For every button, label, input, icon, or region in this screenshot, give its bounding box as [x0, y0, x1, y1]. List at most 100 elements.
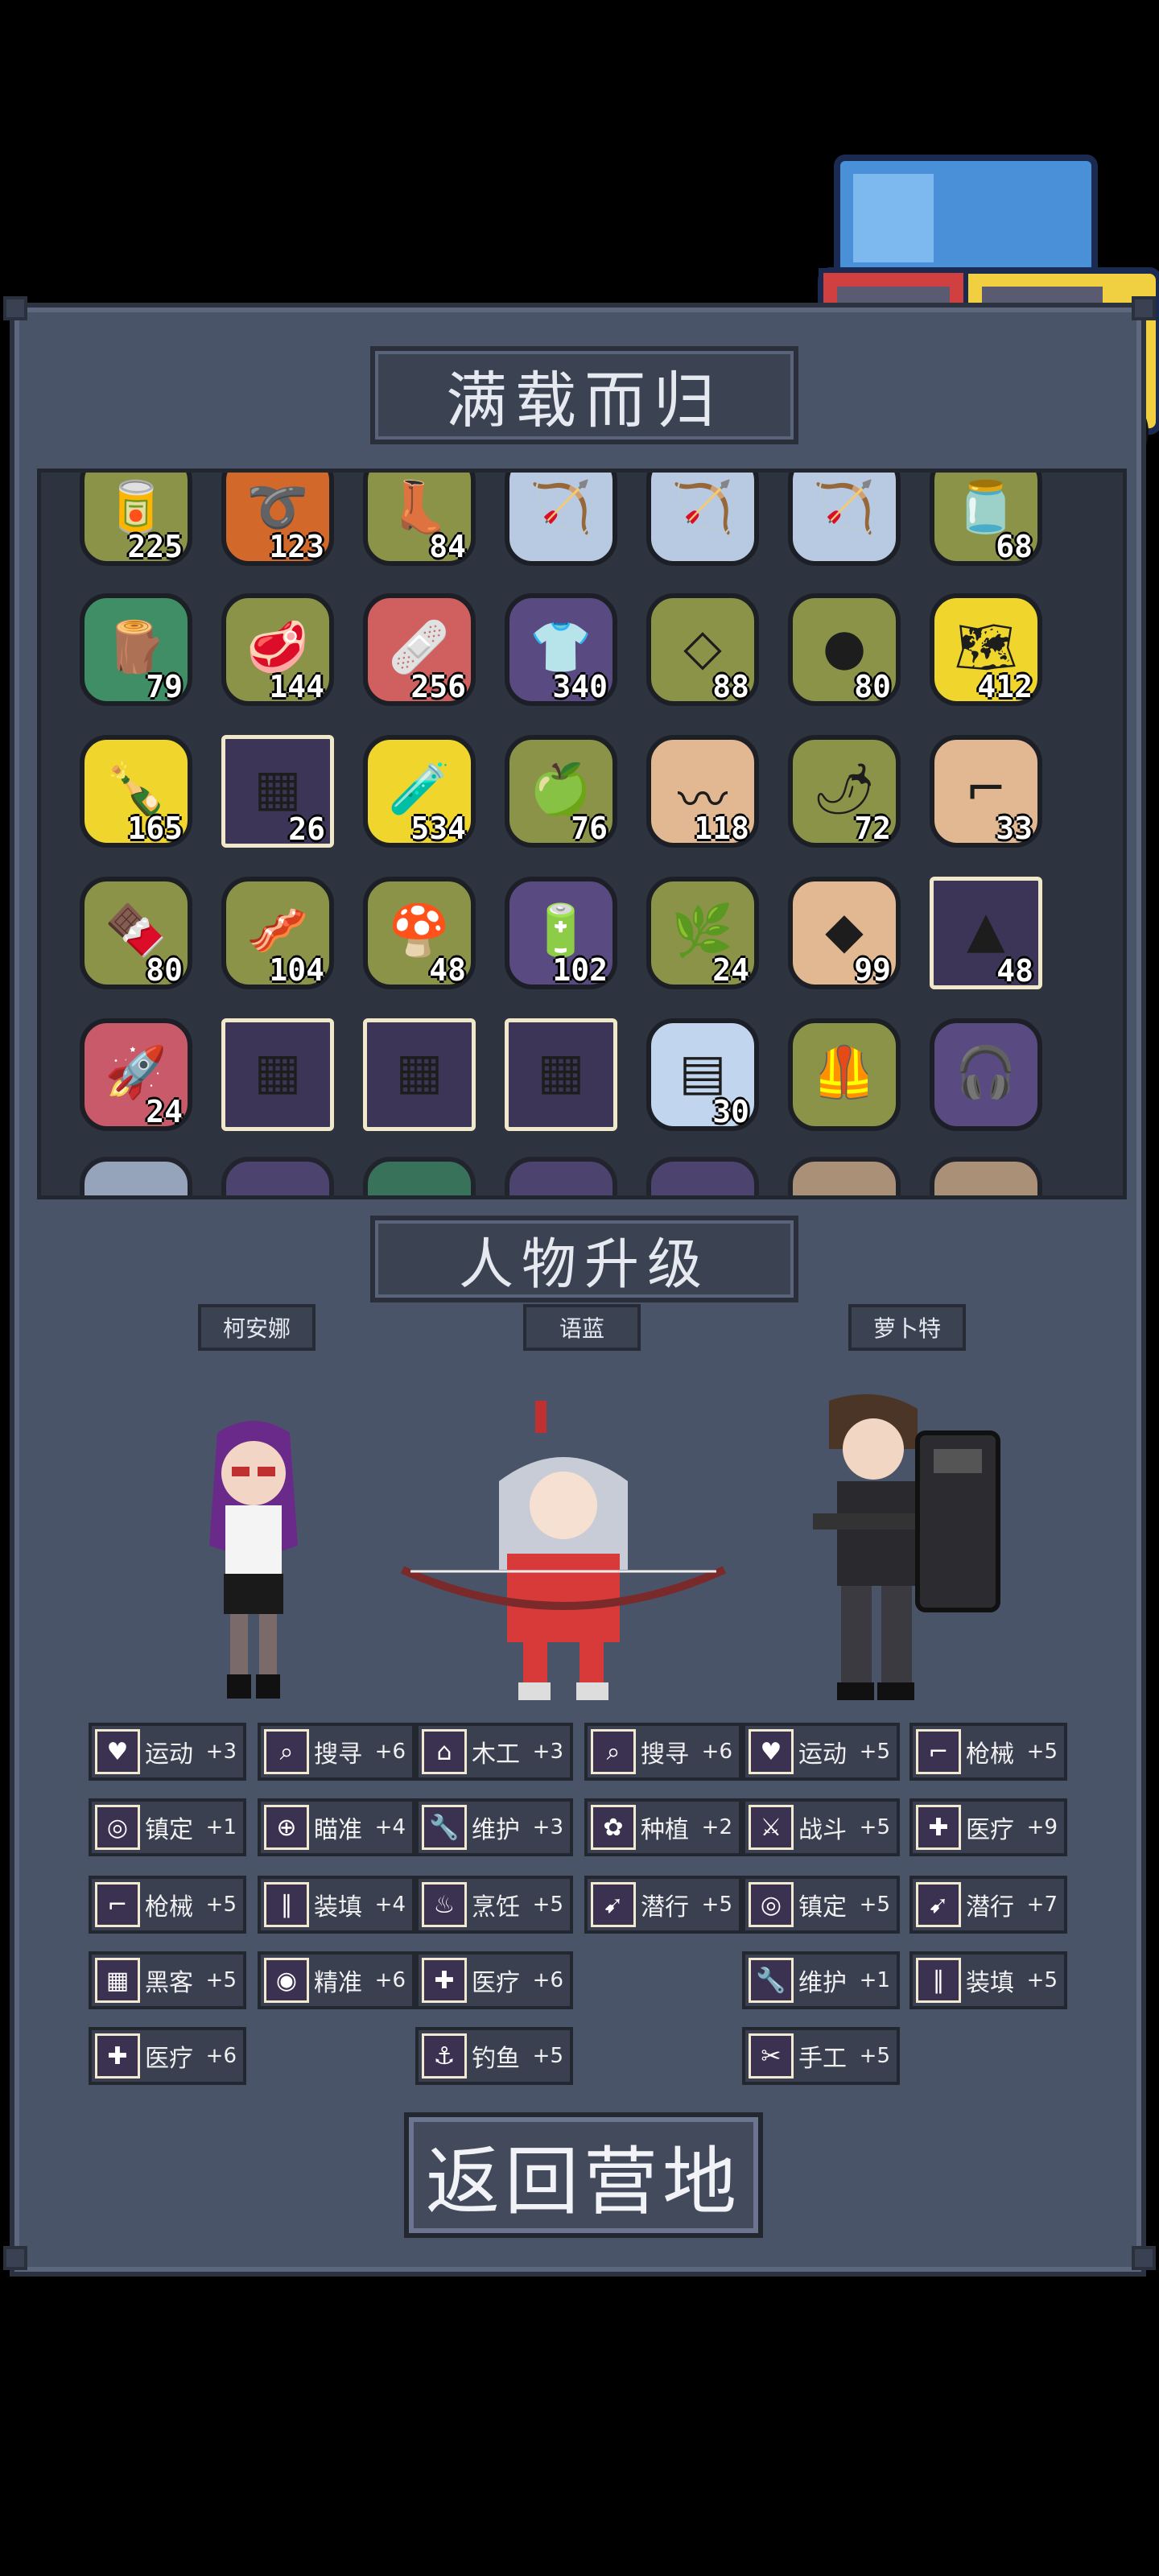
- skill-value: +4: [374, 1893, 406, 1917]
- loot-item[interactable]: 🌿 24: [646, 877, 759, 989]
- loot-item[interactable]: ◆ 99: [788, 877, 901, 989]
- crystal-chip-icon: ▲: [967, 900, 1005, 959]
- gun-icon: ⌐: [95, 1882, 140, 1927]
- loot-item[interactable]: 🏹: [646, 473, 759, 566]
- loot-item[interactable]: ▤ 30: [646, 1018, 759, 1131]
- skill-name: 烹饪: [472, 1893, 520, 1922]
- skill-bonus: ∥ 装填 +5: [909, 1951, 1067, 2009]
- battery-icon: 🔋: [530, 901, 592, 960]
- skill-bonus: ⌂ 木工 +3: [415, 1723, 573, 1781]
- loot-item[interactable]: 👕 340: [505, 593, 617, 706]
- chip-icon: ▦: [537, 1042, 585, 1100]
- magnifier-icon: ⌕: [591, 1729, 636, 1774]
- item-count: 80: [146, 952, 183, 988]
- skill-value: +2: [701, 1815, 732, 1839]
- loot-item[interactable]: [363, 1157, 476, 1195]
- loot-item[interactable]: 🩹 256: [363, 593, 476, 706]
- loot-item[interactable]: 👢 84: [363, 473, 476, 566]
- loot-item[interactable]: ▦: [505, 1018, 617, 1131]
- heart-icon: ♥: [749, 1729, 794, 1774]
- loot-item[interactable]: ▦ 26: [221, 735, 334, 848]
- raw-meat-icon: 🥓: [246, 901, 309, 960]
- skill-value: +5: [701, 1893, 732, 1917]
- loot-item[interactable]: 🔋 102: [505, 877, 617, 989]
- loot-item[interactable]: 🍄 48: [363, 877, 476, 989]
- loot-item[interactable]: 🎧: [930, 1018, 1042, 1131]
- loot-item[interactable]: ⌐ 33: [930, 735, 1042, 848]
- item-count: 104: [269, 952, 324, 988]
- loot-item[interactable]: 🚀 24: [80, 1018, 192, 1131]
- loot-item[interactable]: 🏹: [788, 473, 901, 566]
- ammo-icon: ∥: [916, 1958, 961, 2003]
- skill-value: +5: [859, 1740, 890, 1764]
- skill-bonus: ⌕ 搜寻 +6: [258, 1723, 415, 1781]
- loot-item[interactable]: ▦: [363, 1018, 476, 1131]
- loot-item[interactable]: 🍾 165: [80, 735, 192, 848]
- skill-bonus: ◉ 精准 +6: [258, 1951, 415, 2009]
- loot-grid[interactable]: 🥫 225 ➰ 123 👢 84 🏹 🏹 🏹 🫙 68 🪵 79 🥩 144 🩹 256 👕 340 ◇ 88 ● 80 🗺 4…: [37, 469, 1127, 1199]
- skill-bonus: ⚔ 战斗 +5: [742, 1798, 900, 1856]
- loot-item[interactable]: 🪵 79: [80, 593, 192, 706]
- skill-value: +5: [1026, 1740, 1058, 1764]
- character-portrait: [209, 1421, 298, 1699]
- loot-item[interactable]: 🏹: [505, 473, 617, 566]
- loot-item[interactable]: [930, 1157, 1042, 1195]
- rocket-icon: 🚀: [105, 1042, 167, 1101]
- item-count: 165: [127, 811, 183, 846]
- loot-item[interactable]: 🫙 68: [930, 473, 1042, 566]
- loot-title-text: 满载而归: [446, 365, 723, 436]
- skill-bonus: ♥ 运动 +3: [89, 1723, 246, 1781]
- loot-item[interactable]: ▲ 48: [930, 877, 1042, 989]
- meat-icon: 🥩: [246, 617, 309, 676]
- item-count: 24: [146, 1094, 183, 1129]
- loot-item[interactable]: ● 80: [788, 593, 901, 706]
- medical-icon: ✚: [95, 2033, 140, 2079]
- loot-item[interactable]: 🍫 80: [80, 877, 192, 989]
- skill-name: 维护: [798, 1969, 847, 1997]
- bow-icon: 🏹: [530, 477, 592, 536]
- loot-item[interactable]: 〰 118: [646, 735, 759, 848]
- skill-name: 运动: [798, 1740, 847, 1769]
- loot-item[interactable]: 🥓 104: [221, 877, 334, 989]
- loot-item[interactable]: ➰ 123: [221, 473, 334, 566]
- medkit-icon: 🩹: [388, 617, 451, 676]
- loot-title: 满载而归: [370, 346, 798, 444]
- fishing-icon: ⚓: [422, 2033, 467, 2079]
- skill-bonus: ▦ 黑客 +5: [89, 1951, 246, 2009]
- loot-item[interactable]: ▦: [221, 1018, 334, 1131]
- loot-item[interactable]: [646, 1157, 759, 1195]
- potion-icon: 🧪: [388, 759, 451, 818]
- loot-item[interactable]: 🥩 144: [221, 593, 334, 706]
- skill-value: +4: [374, 1815, 406, 1839]
- loot-item[interactable]: 🦺: [788, 1018, 901, 1131]
- glasses-icon: ◎: [749, 1882, 794, 1927]
- bow-icon: 🏹: [813, 477, 876, 536]
- loot-item[interactable]: 🗺 412: [930, 593, 1042, 706]
- loot-item[interactable]: [80, 1157, 192, 1195]
- loot-item[interactable]: 🥫 225: [80, 473, 192, 566]
- loot-item[interactable]: [221, 1157, 334, 1195]
- skill-value: +1: [205, 1815, 237, 1839]
- return-camp-button[interactable]: 返回营地: [404, 2112, 763, 2238]
- loot-item[interactable]: [788, 1157, 901, 1195]
- loot-item[interactable]: 🌶 72: [788, 735, 901, 848]
- item-count: 24: [712, 952, 749, 988]
- skill-name: 搜寻: [641, 1740, 689, 1769]
- skill-value: +6: [205, 2044, 237, 2068]
- skill-bonus: ⌐ 枪械 +5: [89, 1876, 246, 1934]
- map-icon: 🗺: [954, 617, 1018, 676]
- skill-value: +5: [532, 2044, 563, 2068]
- panel-corner: [1132, 2246, 1156, 2270]
- loot-item[interactable]: [505, 1157, 617, 1195]
- loot-item[interactable]: 🧪 534: [363, 735, 476, 848]
- panel-corner: [3, 296, 27, 320]
- wrench-icon: 🔧: [422, 1805, 467, 1850]
- loot-item[interactable]: ◇ 88: [646, 593, 759, 706]
- loot-item[interactable]: 🍏 76: [505, 735, 617, 848]
- skill-bonus: ⚓ 钓鱼 +5: [415, 2027, 573, 2085]
- skill-bonus: ✚ 医疗 +6: [89, 2027, 246, 2085]
- skill-name: 装填: [314, 1893, 362, 1922]
- item-count: 48: [996, 953, 1033, 989]
- item-count: 102: [552, 952, 608, 988]
- skill-name: 医疗: [145, 2045, 193, 2073]
